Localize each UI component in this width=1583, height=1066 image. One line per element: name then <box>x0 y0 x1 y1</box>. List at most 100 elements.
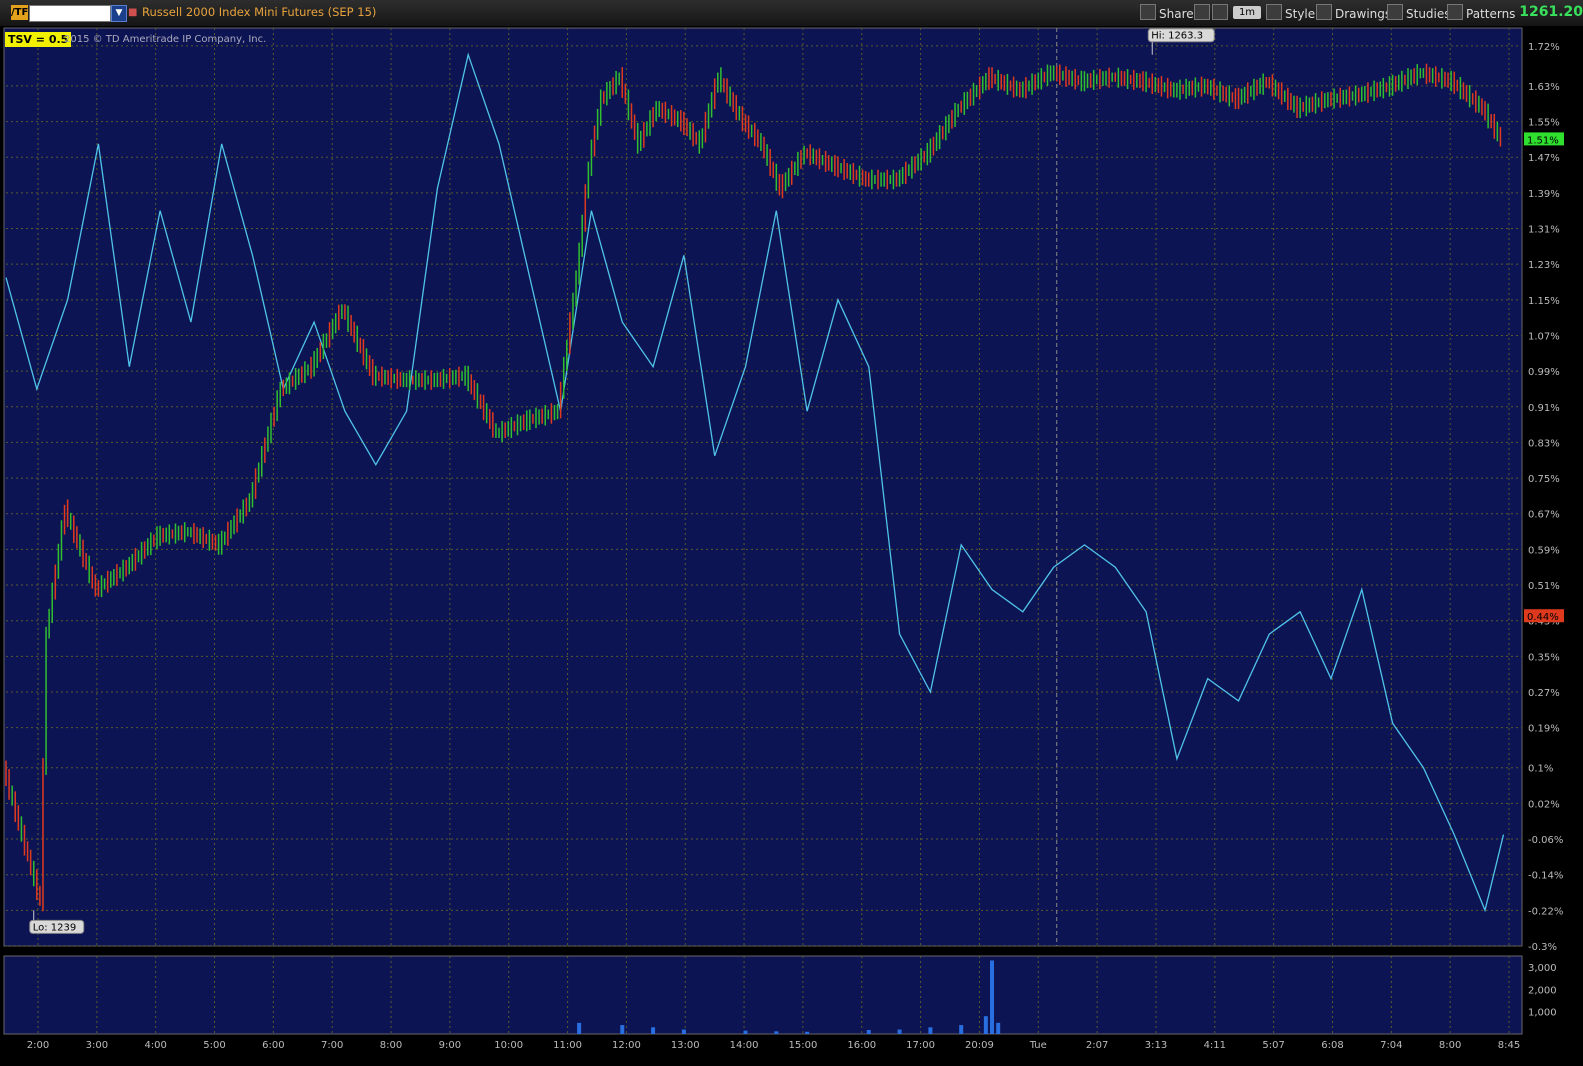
volume-bar <box>743 1030 748 1034</box>
y-axis-label: -0.06% <box>1528 835 1563 846</box>
symbol-dropdown-button[interactable]: ▼ <box>111 5 127 22</box>
x-axis-label: 4:11 <box>1204 1040 1226 1051</box>
study-label: TSV <box>8 33 32 46</box>
timeframe-button[interactable]: 1m <box>1233 6 1261 19</box>
volume-axis-label: 2,000 <box>1528 985 1557 996</box>
x-axis-label: 8:00 <box>1439 1040 1461 1051</box>
y-axis-label: -0.3% <box>1528 942 1557 953</box>
volume-bar <box>620 1025 625 1034</box>
x-axis-label: 2:07 <box>1086 1040 1108 1051</box>
x-axis-label: 12:00 <box>612 1040 641 1051</box>
volume-axis-label: 3,000 <box>1528 963 1557 974</box>
share-button[interactable]: Share <box>1140 4 1194 21</box>
y-axis-label: 1.07% <box>1528 331 1560 342</box>
crosshair-tool-button[interactable] <box>1194 4 1213 21</box>
symbol-input[interactable] <box>29 5 111 22</box>
last-price: 1261.20 <box>1519 4 1583 20</box>
volume-bar <box>681 1029 686 1034</box>
patterns-icon <box>1447 4 1463 20</box>
studies-icon <box>1387 4 1403 20</box>
tsv-marker: 0.44% <box>1527 612 1559 623</box>
x-axis-label: 6:08 <box>1321 1040 1343 1051</box>
chart-area[interactable]: 1.72% 1.63% 1.55% 1.47% 1.39% 1.31% 1.23% 1.15%… <box>0 26 1583 1066</box>
x-axis-label: 3:13 <box>1145 1040 1167 1051</box>
crosshair-icon <box>1194 4 1210 20</box>
plot-background <box>3 27 1523 947</box>
volume-axis-label: 1,000 <box>1528 1008 1557 1019</box>
y-axis-label: 0.99% <box>1528 367 1560 378</box>
volume-bar <box>990 960 995 1034</box>
y-axis-label: 1.55% <box>1528 118 1560 129</box>
y-axis-label: 0.59% <box>1528 545 1560 556</box>
volume-background <box>3 955 1523 1035</box>
price-marker: 1.51% <box>1527 135 1559 146</box>
link-icon[interactable]: ■ <box>128 4 137 21</box>
volume-bar <box>983 1016 988 1034</box>
y-axis-label: 1.23% <box>1528 260 1560 271</box>
studies-label: Studies <box>1406 7 1451 21</box>
x-axis-label: 3:00 <box>86 1040 108 1051</box>
patterns-label: Patterns <box>1466 7 1516 21</box>
x-axis-label: 5:00 <box>203 1040 225 1051</box>
x-axis-label: 7:04 <box>1380 1040 1402 1051</box>
pencil-icon <box>1316 4 1332 20</box>
chart-toolbar: /TF ▼ ■ Russell 2000 Index Mini Futures … <box>0 0 1583 27</box>
price-chart[interactable]: 1.72% 1.63% 1.55% 1.47% 1.39% 1.31% 1.23% 1.15%… <box>0 26 1583 1066</box>
volume-bar <box>959 1025 964 1034</box>
y-axis-label: 1.72% <box>1528 42 1560 53</box>
style-label: Style <box>1285 7 1316 21</box>
x-axis-label: 17:00 <box>906 1040 935 1051</box>
wrench-icon <box>1212 4 1228 20</box>
x-axis-label: 6:00 <box>262 1040 284 1051</box>
y-axis-label: 0.35% <box>1528 652 1560 663</box>
drawings-label: Drawings <box>1335 7 1392 21</box>
volume-bar <box>996 1022 1001 1034</box>
y-axis-label: 0.51% <box>1528 581 1560 592</box>
share-label: Share <box>1159 7 1194 21</box>
symbol-badge[interactable]: /TF <box>11 5 28 20</box>
y-axis-label: 1.15% <box>1528 296 1560 307</box>
y-axis-label: 0.19% <box>1528 724 1560 735</box>
x-axis-label: 10:00 <box>494 1040 523 1051</box>
volume-bar <box>928 1027 933 1034</box>
y-axis-label: 1.47% <box>1528 153 1560 164</box>
volume-bar <box>866 1029 871 1034</box>
x-axis-label: 2:00 <box>27 1040 49 1051</box>
y-axis-label: -0.22% <box>1528 906 1563 917</box>
x-axis-label: 4:00 <box>144 1040 166 1051</box>
x-axis-label: 7:00 <box>321 1040 343 1051</box>
volume-bar <box>805 1031 810 1034</box>
style-button[interactable]: Style <box>1266 4 1315 21</box>
x-axis-label: 9:00 <box>439 1040 461 1051</box>
x-axis-label: 8:45 <box>1498 1040 1520 1051</box>
settings-tool-button[interactable] <box>1212 4 1231 21</box>
x-axis-label: 8:00 <box>380 1040 402 1051</box>
volume-bar <box>897 1029 902 1034</box>
volume-bar <box>774 1031 779 1034</box>
y-axis-label: 0.75% <box>1528 474 1560 485</box>
volume-bar <box>577 1022 582 1034</box>
style-icon <box>1266 4 1282 20</box>
x-axis-label: 16:00 <box>847 1040 876 1051</box>
y-axis-label: 1.39% <box>1528 189 1560 200</box>
x-axis-label: 5:07 <box>1262 1040 1284 1051</box>
study-badge[interactable]: TSV = 0.5 <box>5 32 72 47</box>
y-axis-label: -0.14% <box>1528 871 1563 882</box>
instrument-title: Russell 2000 Index Mini Futures (SEP 15) <box>142 5 377 19</box>
y-axis-label: 0.83% <box>1528 438 1560 449</box>
x-axis-label: 20:09 <box>965 1040 994 1051</box>
x-axis-label: 14:00 <box>730 1040 759 1051</box>
volume-bar <box>651 1027 656 1034</box>
y-axis-label: 1.31% <box>1528 225 1560 236</box>
x-axis-label: Tue <box>1029 1040 1047 1051</box>
y-axis-label: 0.67% <box>1528 510 1560 521</box>
patterns-button[interactable]: Patterns <box>1447 4 1515 21</box>
y-axis-label: 0.27% <box>1528 688 1560 699</box>
studies-button[interactable]: Studies <box>1387 4 1451 21</box>
drawings-button[interactable]: Drawings <box>1316 4 1391 21</box>
copyright-text: 2015 © TD Ameritrade IP Company, Inc. <box>64 34 267 45</box>
x-axis-label: 15:00 <box>789 1040 818 1051</box>
share-icon <box>1140 4 1156 20</box>
y-axis-label: 0.1% <box>1528 764 1553 775</box>
hi-label: Hi: 1263.3 <box>1151 31 1203 42</box>
